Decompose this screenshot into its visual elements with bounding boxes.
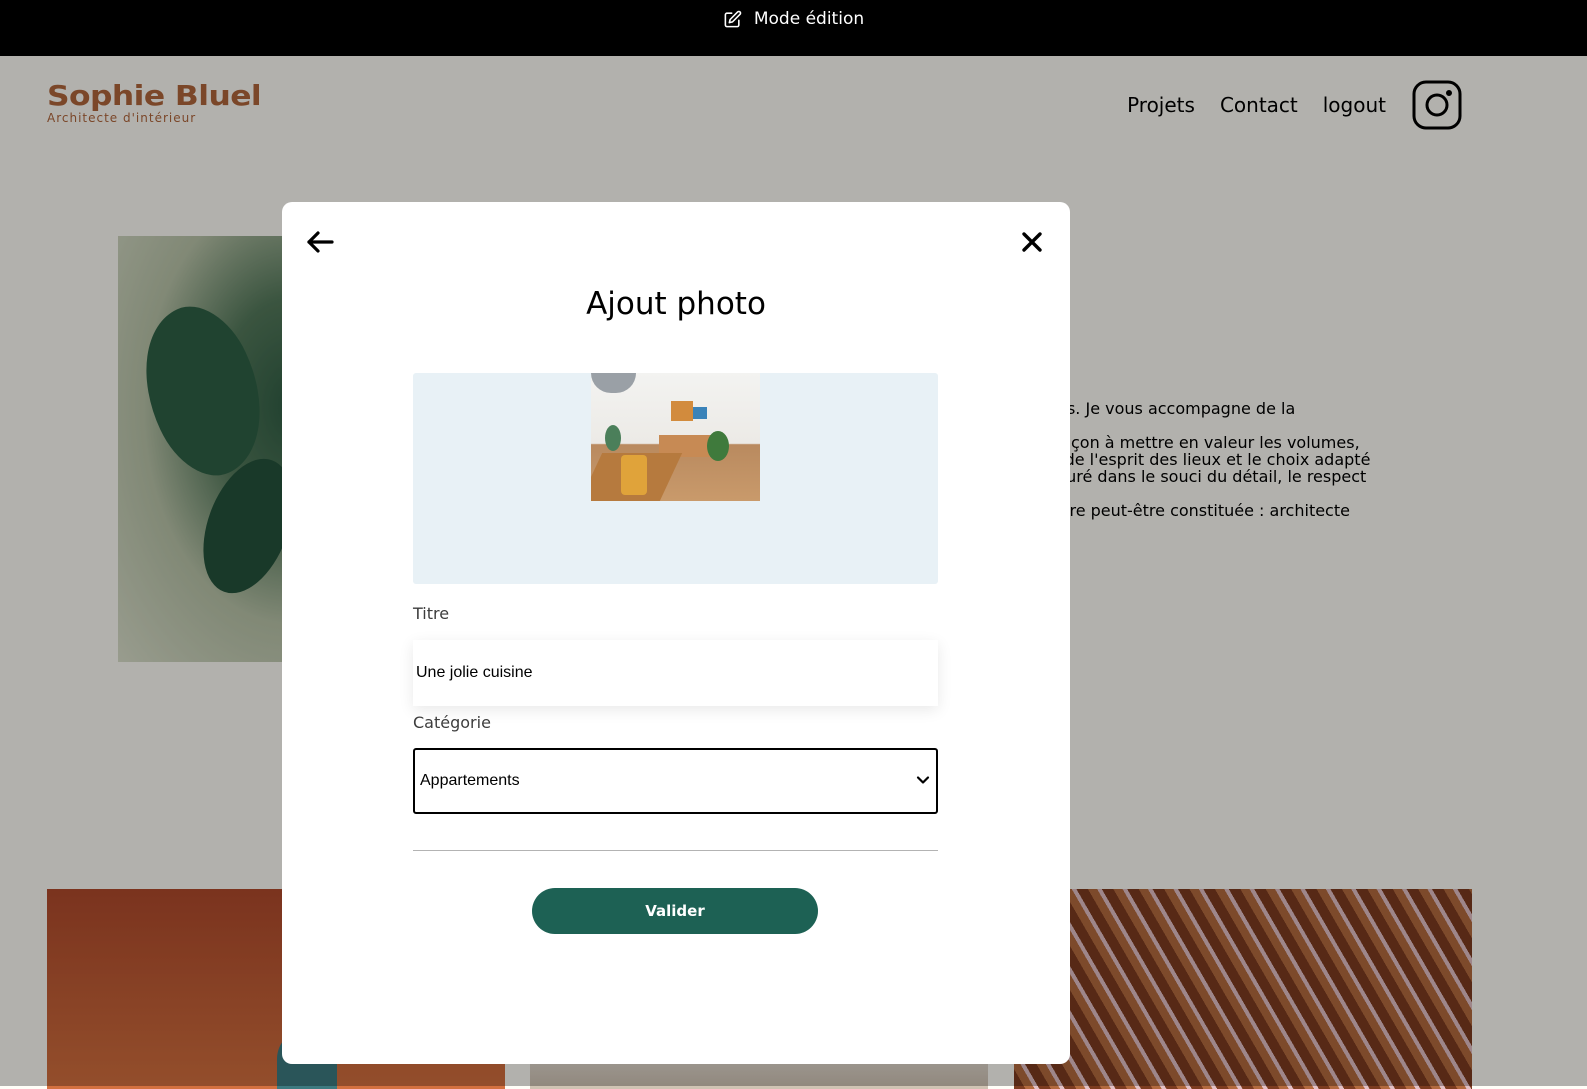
chevron-down-icon xyxy=(916,773,930,787)
modal-title: Ajout photo xyxy=(586,286,766,322)
title-label: Titre xyxy=(413,604,450,623)
title-input[interactable]: Une jolie cuisine xyxy=(413,640,938,706)
category-label: Catégorie xyxy=(413,713,491,732)
category-select[interactable]: Appartements xyxy=(413,748,938,814)
divider xyxy=(413,850,938,851)
photo-preview[interactable] xyxy=(591,373,760,501)
photo-upload-zone[interactable] xyxy=(413,373,938,584)
back-button[interactable] xyxy=(304,228,336,260)
close-button[interactable] xyxy=(1016,228,1048,260)
arrow-left-icon xyxy=(306,230,334,258)
category-value: Appartements xyxy=(420,772,520,789)
submit-button[interactable]: Valider xyxy=(532,888,818,934)
add-photo-modal: Ajout photo Titre Une jolie cuisine Caté… xyxy=(282,202,1070,1064)
pen-to-square-icon xyxy=(723,10,742,29)
edit-mode-label: Mode édition xyxy=(753,9,865,29)
close-icon xyxy=(1021,231,1043,257)
edit-mode-bar: Mode édition xyxy=(0,0,1587,56)
